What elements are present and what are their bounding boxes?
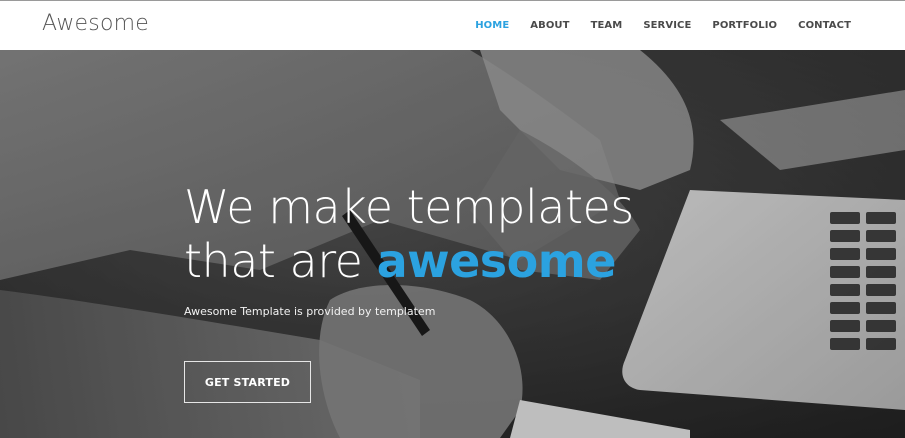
nav-team[interactable]: TEAM bbox=[591, 20, 623, 31]
hero-title-line1: We make templates bbox=[184, 180, 634, 234]
nav-contact[interactable]: CONTACT bbox=[798, 20, 851, 31]
main-nav: HOME ABOUT TEAM SERVICE PORTFOLIO CONTAC… bbox=[454, 20, 851, 31]
nav-service[interactable]: SERVICE bbox=[643, 20, 691, 31]
hero-title-line2-prefix: that are bbox=[184, 234, 377, 288]
nav-home[interactable]: HOME bbox=[475, 20, 509, 31]
hero-title: We make templates that are awesome bbox=[184, 180, 634, 288]
hero-subtitle: Awesome Template is provided by template… bbox=[184, 305, 436, 318]
nav-about[interactable]: ABOUT bbox=[530, 20, 569, 31]
site-header: Awesome HOME ABOUT TEAM SERVICE PORTFOLI… bbox=[0, 0, 905, 50]
nav-portfolio[interactable]: PORTFOLIO bbox=[712, 20, 777, 31]
hero-title-accent: awesome bbox=[376, 234, 617, 288]
site-logo[interactable]: Awesome bbox=[42, 11, 149, 36]
page: Awesome HOME ABOUT TEAM SERVICE PORTFOLI… bbox=[0, 0, 905, 438]
hero-section: We make templates that are awesome Aweso… bbox=[0, 50, 905, 438]
get-started-button[interactable]: GET STARTED bbox=[184, 361, 311, 403]
